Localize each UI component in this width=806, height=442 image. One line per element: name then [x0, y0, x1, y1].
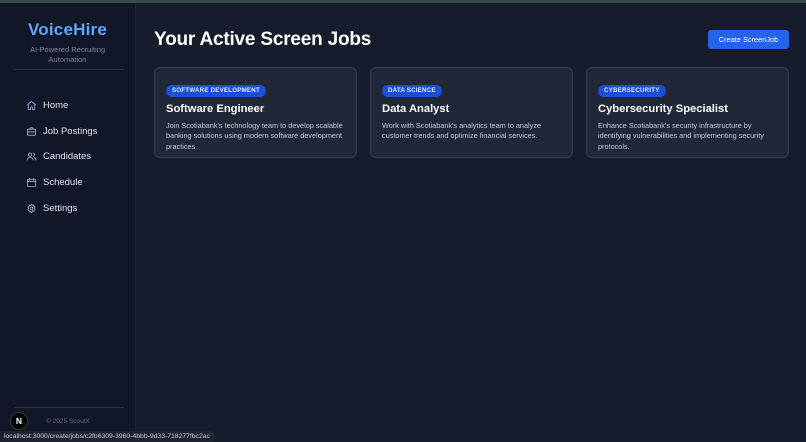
- category-badge: DATA SCIENCE: [382, 85, 442, 97]
- job-description: Join Scotiabank's technology team to dev…: [166, 121, 343, 151]
- job-title: Software Engineer: [166, 103, 265, 115]
- sidebar-item-job-postings[interactable]: Job Postings: [26, 119, 97, 145]
- sidebar-item-schedule[interactable]: Schedule: [26, 170, 97, 196]
- sidebar: VoiceHire AI-Powered Recruiting Automati…: [0, 3, 136, 442]
- calendar-icon: [26, 178, 37, 188]
- sidebar-item-home[interactable]: Home: [26, 93, 97, 119]
- sidebar-item-label: Settings: [43, 202, 78, 214]
- sidebar-item-label: Job Postings: [43, 125, 98, 137]
- job-card[interactable]: CYBERSECURITY Cybersecurity Specialist E…: [586, 67, 789, 158]
- sidebar-divider-top: [14, 69, 124, 70]
- sidebar-item-label: Candidates: [43, 151, 92, 163]
- home-icon: [26, 101, 37, 111]
- briefcase-icon: [26, 127, 37, 136]
- job-title: Cybersecurity Specialist: [598, 103, 728, 115]
- brand-title[interactable]: VoiceHire: [0, 20, 135, 40]
- users-icon: [26, 153, 37, 162]
- job-card[interactable]: SOFTWARE DEVELOPMENT Software Engineer J…: [154, 67, 357, 158]
- sidebar-item-settings[interactable]: Settings: [26, 195, 97, 221]
- sidebar-item-label: Schedule: [43, 177, 83, 189]
- category-badge: CYBERSECURITY: [598, 85, 666, 97]
- category-badge: SOFTWARE DEVELOPMENT: [166, 85, 266, 97]
- job-description: Enhance Scotiabank's security infrastruc…: [598, 121, 764, 151]
- sidebar-item-candidates[interactable]: Candidates: [26, 144, 97, 170]
- create-screenjob-button[interactable]: Create ScreenJob: [708, 30, 789, 49]
- dev-tools-badge[interactable]: N: [10, 412, 28, 430]
- page-title: Your Active Screen Jobs: [154, 29, 372, 50]
- sidebar-divider-bottom: [14, 407, 124, 408]
- job-title: Data Analyst: [382, 103, 450, 115]
- brand: VoiceHire AI-Powered Recruiting Automati…: [0, 3, 135, 65]
- job-description: Work with Scotiabank's analytics team to…: [382, 121, 542, 141]
- sidebar-item-label: Home: [43, 100, 69, 112]
- sidebar-nav: Home Job Postings Candidates Schedule Se…: [26, 93, 97, 221]
- main-content: Your Active Screen Jobs Create ScreenJob…: [137, 3, 806, 442]
- brand-subtitle: AI-Powered Recruiting Automation: [29, 45, 106, 64]
- gear-icon: [27, 203, 36, 213]
- job-card[interactable]: DATA SCIENCE Data Analyst Work with Scot…: [370, 67, 573, 158]
